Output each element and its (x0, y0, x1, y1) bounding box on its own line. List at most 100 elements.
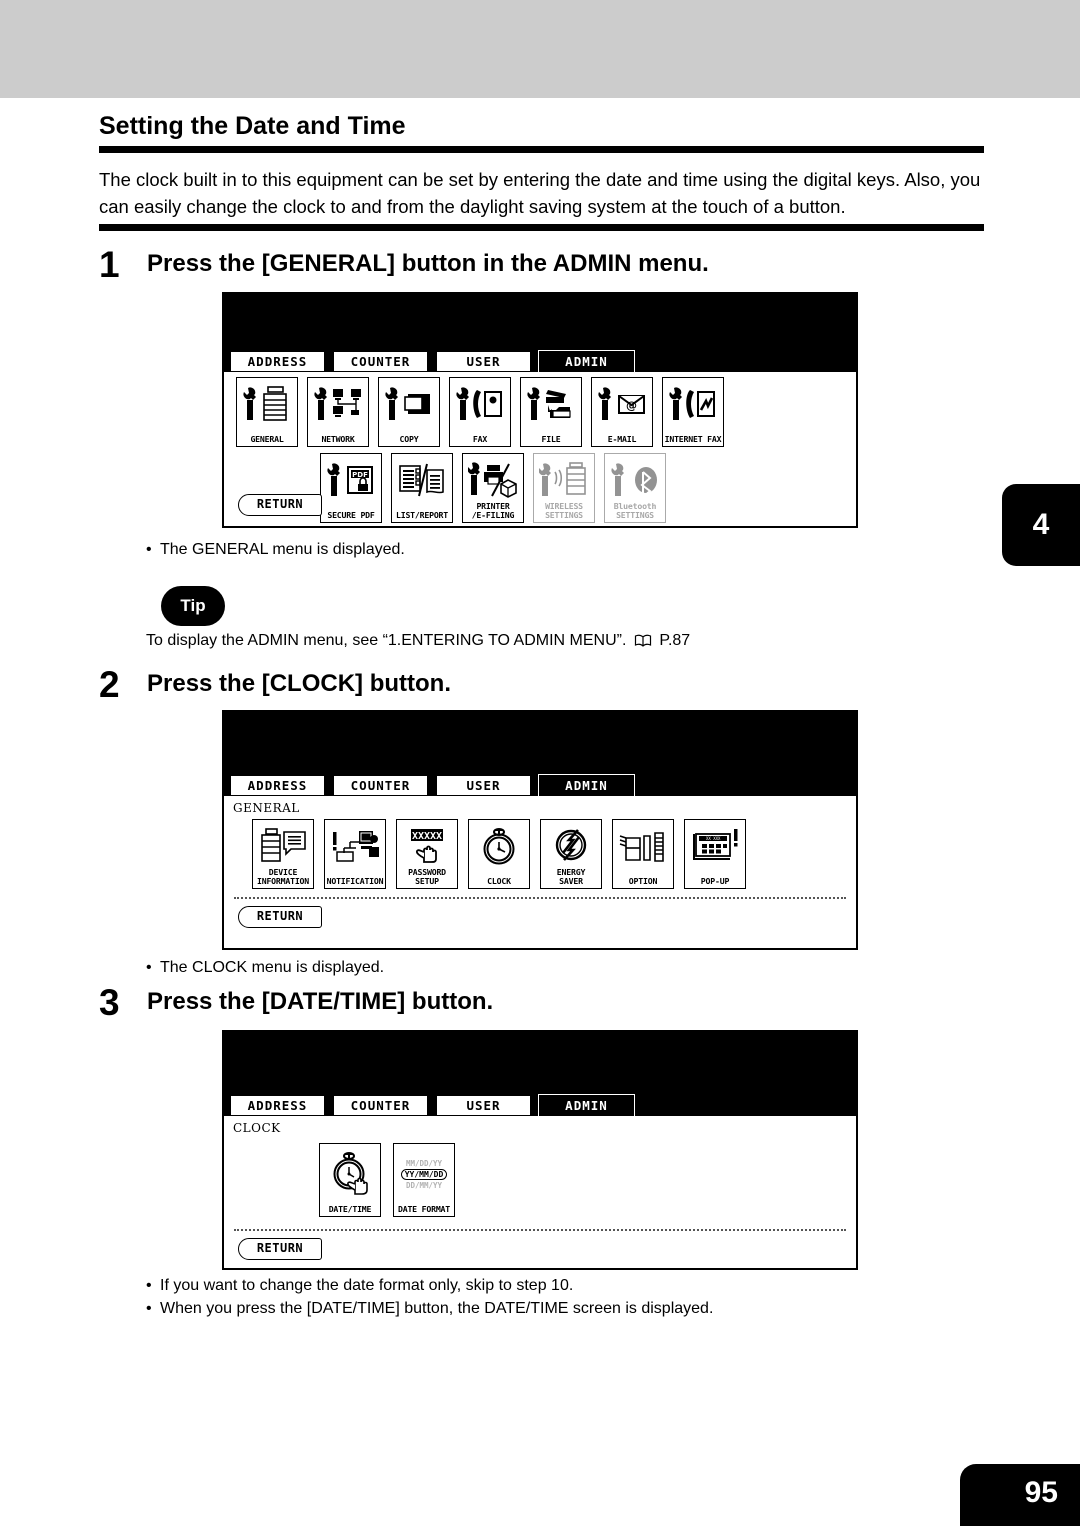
tab-admin[interactable]: ADMIN (539, 775, 634, 796)
list-report-icon (392, 458, 452, 502)
step-2-number: 2 (99, 664, 120, 705)
admin-button-internet-fax-label: INTERNET FAX (664, 434, 722, 444)
lcd-content-area: CLOCK DATE/TIME MM/DD/YY YY/MM/DD DD/MM/… (224, 1116, 856, 1264)
tab-address[interactable]: ADDRESS (230, 351, 325, 372)
admin-button-general-label: GENERAL (250, 434, 284, 444)
device-information-icon (253, 824, 313, 868)
wrench-bluetooth-icon (605, 458, 665, 502)
lcd-tab-bar: ADDRESS COUNTER USER ADMIN (224, 346, 856, 372)
energy-saver-icon (541, 824, 601, 868)
lcd-status-area (224, 712, 856, 770)
admin-button-network-label: NETWORK (321, 434, 355, 444)
content-divider (234, 897, 846, 899)
date-format-icon: MM/DD/YY YY/MM/DD DD/MM/YY (394, 1148, 454, 1200)
wrench-email-icon: @ (592, 382, 652, 426)
stopwatch-hand-icon (320, 1148, 380, 1198)
svg-text:PDF: PDF (352, 471, 368, 479)
wrench-copy-icon (379, 382, 439, 426)
admin-button-email-label: E-MAIL (607, 434, 637, 444)
password-setup-icon: XXXXX (397, 824, 457, 868)
wrench-file-icon (521, 382, 581, 426)
lcd-tab-bar: ADDRESS COUNTER USER ADMIN (224, 1090, 856, 1116)
admin-button-email[interactable]: @ E-MAIL (591, 377, 653, 447)
general-button-energy-saver[interactable]: ENERGY SAVER (540, 819, 602, 889)
clock-button-date-format[interactable]: MM/DD/YY YY/MM/DD DD/MM/YY DATE FORMAT (393, 1143, 455, 1217)
admin-button-wireless-settings-label: WIRELESS SETTINGS (545, 501, 583, 520)
tab-user[interactable]: USER (436, 351, 531, 372)
tab-admin[interactable]: ADMIN (539, 351, 634, 372)
admin-button-secure-pdf[interactable]: PDF SECURE PDF (320, 453, 382, 523)
return-button-clock[interactable]: RETURN (238, 1238, 322, 1260)
admin-button-copy-label: COPY (399, 434, 419, 444)
stopwatch-icon (469, 824, 529, 868)
general-button-energy-saver-label: ENERGY SAVER (556, 867, 586, 886)
admin-button-printer-efiling[interactable]: PRINTER/E-FILING (462, 453, 524, 523)
tab-user[interactable]: USER (436, 775, 531, 796)
admin-button-bluetooth-settings[interactable]: Bluetooth SETTINGS (604, 453, 666, 523)
tip-badge: Tip (161, 586, 225, 626)
general-button-notification[interactable]: NOTIFICATION (324, 819, 386, 889)
tip-text: To display the ADMIN menu, see “1.ENTERI… (146, 632, 691, 649)
step-1-number: 1 (99, 244, 120, 285)
step-2-note-1: • The CLOCK menu is displayed. (146, 959, 385, 976)
step-3-note-2: • When you press the [DATE/TIME] button, … (146, 1300, 714, 1317)
intro-rule (99, 224, 984, 231)
admin-button-file[interactable]: FILE (520, 377, 582, 447)
manual-page: Setting the Date and Time The clock buil… (0, 0, 1080, 1526)
admin-button-list-report-label: LIST/REPORT (395, 510, 449, 520)
admin-button-copy[interactable]: COPY (378, 377, 440, 447)
lcd-tab-bar: ADDRESS COUNTER USER ADMIN (224, 770, 856, 796)
pop-up-icon: XX XXX (685, 824, 745, 868)
tab-counter[interactable]: COUNTER (333, 1095, 428, 1116)
step-1-note-1: • The GENERAL menu is displayed. (146, 541, 405, 558)
step-3-note-1: • If you want to change the date format o… (146, 1277, 574, 1294)
tab-counter[interactable]: COUNTER (333, 351, 428, 372)
screenshot-general-menu: ADDRESS COUNTER USER ADMIN GENERAL DEVIC… (222, 710, 858, 950)
step-1-title: Press the [GENERAL] button in the ADMIN … (147, 250, 709, 277)
lcd-status-area (224, 1032, 856, 1090)
general-button-device-information-label: DEVICE INFORMATION (256, 867, 310, 886)
step-3-title: Press the [DATE/TIME] button. (147, 988, 494, 1015)
wrench-pdf-lock-icon: PDF (321, 458, 381, 502)
admin-button-list-report[interactable]: LIST/REPORT (391, 453, 453, 523)
tab-admin[interactable]: ADMIN (539, 1095, 634, 1116)
svg-text:XXXXX: XXXXX (412, 831, 442, 842)
clock-button-date-format-label: DATE FORMAT (397, 1204, 451, 1214)
book-icon (634, 634, 652, 647)
general-button-device-information[interactable]: DEVICE INFORMATION (252, 819, 314, 889)
return-button-admin[interactable]: RETURN (238, 494, 322, 516)
general-button-pop-up[interactable]: XX XXX POP-UP (684, 819, 746, 889)
wrench-network-icon (308, 382, 368, 426)
general-button-option[interactable]: OPTION (612, 819, 674, 889)
wrench-printer-icon (463, 458, 523, 502)
admin-icon-row-1: GENERAL NETWORK COPY FAX FILE @ E-MAIL I… (224, 372, 856, 447)
page-title: Setting the Date and Time (99, 112, 406, 140)
intro-paragraph: The clock built in to this equipment can… (99, 169, 981, 217)
tab-address[interactable]: ADDRESS (230, 775, 325, 796)
clock-button-date-time-label: DATE/TIME (328, 1204, 372, 1214)
page-header-band (0, 0, 1080, 98)
title-rule (99, 146, 984, 153)
clock-button-date-time[interactable]: DATE/TIME (319, 1143, 381, 1217)
admin-button-general[interactable]: GENERAL (236, 377, 298, 447)
tab-user[interactable]: USER (436, 1095, 531, 1116)
screenshot-admin-menu: ADDRESS COUNTER USER ADMIN GENERAL NETWO… (222, 292, 858, 528)
admin-button-internet-fax[interactable]: INTERNET FAX (662, 377, 724, 447)
admin-button-bluetooth-settings-label: Bluetooth SETTINGS (613, 501, 657, 520)
page-number-tab: 95 (960, 1464, 1080, 1526)
breadcrumb-general: GENERAL (233, 801, 300, 815)
admin-button-network[interactable]: NETWORK (307, 377, 369, 447)
admin-button-wireless-settings[interactable]: WIRELESS SETTINGS (533, 453, 595, 523)
admin-button-fax-label: FAX (472, 434, 488, 444)
wrench-fax-icon (450, 382, 510, 426)
general-button-password-setup-label: PASSWORD SETUP (408, 867, 446, 886)
tab-counter[interactable]: COUNTER (333, 775, 428, 796)
return-button-general[interactable]: RETURN (238, 906, 322, 928)
tab-address[interactable]: ADDRESS (230, 1095, 325, 1116)
svg-text:XX XXX: XX XXX (706, 836, 721, 841)
admin-button-fax[interactable]: FAX (449, 377, 511, 447)
general-button-password-setup[interactable]: XXXXX PASSWORD SETUP (396, 819, 458, 889)
step-2-title: Press the [CLOCK] button. (147, 670, 451, 697)
general-button-clock[interactable]: CLOCK (468, 819, 530, 889)
date-format-option-1: MM/DD/YY (405, 1158, 443, 1168)
